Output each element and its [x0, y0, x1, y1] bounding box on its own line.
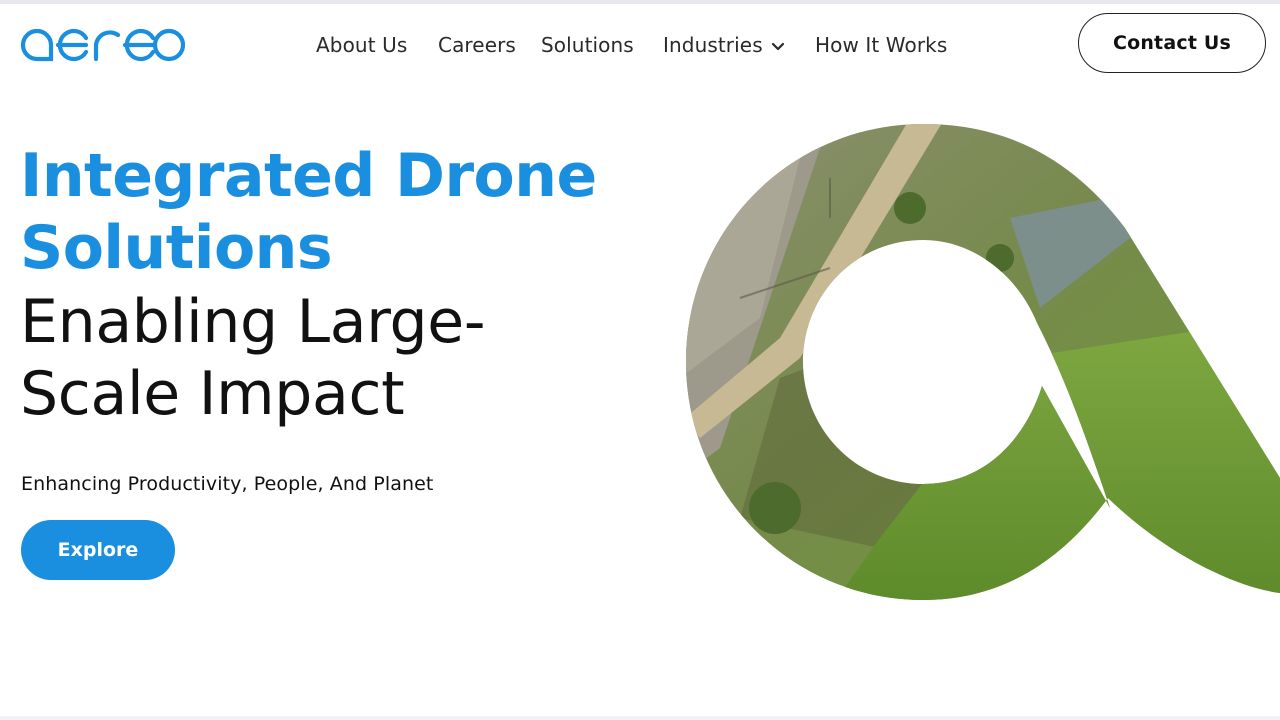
- nav-how-it-works[interactable]: How It Works: [815, 30, 947, 60]
- hero-title-main: Enabling Large- Scale Impact: [20, 286, 640, 430]
- nav-about-us[interactable]: About Us: [316, 30, 407, 60]
- chevron-down-icon: [771, 42, 784, 50]
- hero-title-line-2: Solutions: [20, 213, 333, 283]
- nav-solutions[interactable]: Solutions: [541, 30, 634, 60]
- explore-button[interactable]: Explore: [21, 520, 175, 580]
- aereo-logo[interactable]: [20, 26, 186, 64]
- bottom-border: [0, 716, 1280, 720]
- hero-title-line-1: Integrated Drone: [20, 141, 597, 211]
- hero-title-line-3: Enabling Large-: [20, 287, 486, 357]
- hero-aerial-image: [686, 124, 1280, 600]
- hero-title-highlight: Integrated Drone Solutions: [20, 140, 660, 284]
- nav-industries-label: Industries: [663, 33, 763, 57]
- nav-industries[interactable]: Industries: [663, 30, 785, 60]
- top-border: [0, 0, 1280, 4]
- contact-us-button[interactable]: Contact Us: [1078, 13, 1266, 73]
- hero-subtitle: Enhancing Productivity, People, And Plan…: [21, 473, 434, 495]
- nav-careers[interactable]: Careers: [438, 30, 516, 60]
- hero-title-line-4: Scale Impact: [20, 359, 405, 429]
